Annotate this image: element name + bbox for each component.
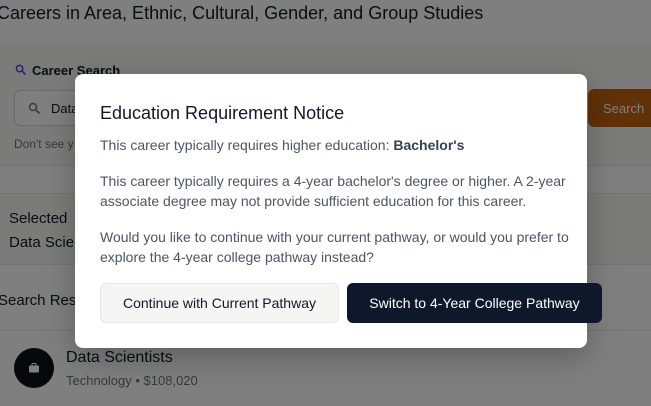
explanation-line-1: This career typically requires a 4-year … bbox=[100, 173, 566, 189]
continue-current-pathway-button[interactable]: Continue with Current Pathway bbox=[100, 283, 339, 323]
dialog-title: Education Requirement Notice bbox=[100, 103, 345, 123]
requirement-prefix: This career typically requires higher ed… bbox=[100, 137, 394, 153]
question-line-2: explore the 4-year college pathway inste… bbox=[100, 249, 374, 265]
question-line-1: Would you like to continue with your cur… bbox=[100, 229, 569, 245]
requirement-line: This career typically requires higher ed… bbox=[100, 137, 464, 153]
requirement-value: Bachelor's bbox=[393, 137, 465, 153]
explanation-line-2: associate degree may not provide suffici… bbox=[100, 193, 527, 209]
education-requirement-dialog: Education Requirement Notice This career… bbox=[75, 74, 602, 348]
switch-to-college-pathway-button[interactable]: Switch to 4-Year College Pathway bbox=[347, 283, 602, 323]
